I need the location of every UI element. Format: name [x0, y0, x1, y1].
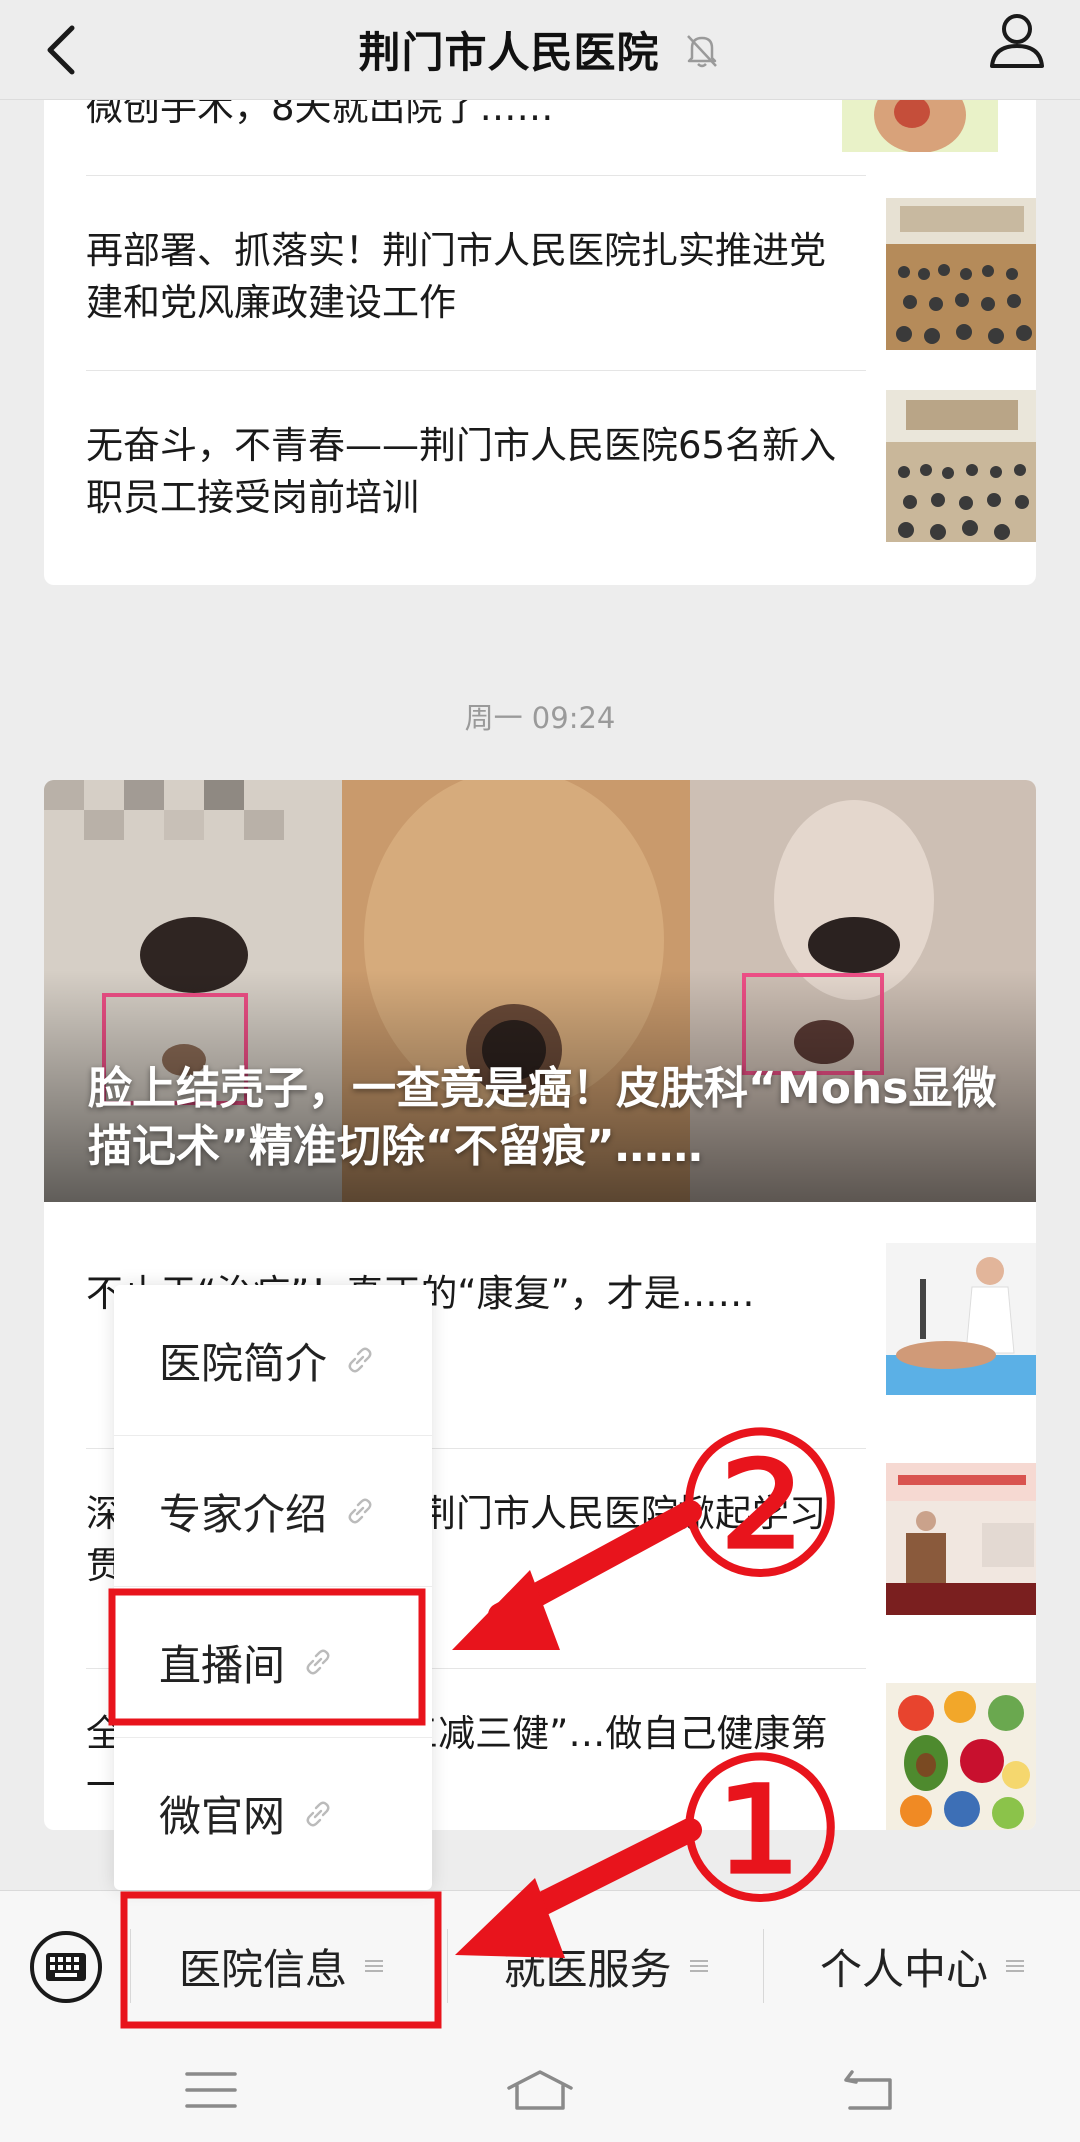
top-nav-bar: 荆门市人民医院	[0, 0, 1080, 100]
menu-item-label: 微官网	[159, 1792, 286, 1841]
link-icon	[306, 1649, 330, 1675]
divider	[86, 175, 866, 176]
link-icon	[348, 1347, 372, 1373]
title-wrap: 荆门市人民医院	[358, 19, 721, 80]
menu-label: 医院信息	[178, 1944, 347, 1994]
link-icon	[306, 1801, 330, 1826]
menu-item-live-room[interactable]: 直播间	[114, 1587, 432, 1738]
menu-medical-services[interactable]: 就医服务	[448, 1891, 763, 2041]
system-nav-bar	[0, 2040, 1080, 2142]
user-icon[interactable]	[986, 8, 1048, 70]
keyboard-icon[interactable]	[28, 1929, 104, 2005]
menu-item-label: 专家介绍	[159, 1489, 328, 1539]
recent-apps-icon[interactable]	[185, 2068, 237, 2112]
menu-label: 就医服务	[503, 1944, 672, 1994]
menu-personal-center[interactable]: 个人中心	[764, 1891, 1080, 2041]
article-title[interactable]: 无奋斗，不青春——荆门市人民医院65名新入职员工接受岗前培训	[86, 420, 846, 524]
article-title[interactable]: 再部署、抓落实！荆门市人民医院扎实推进党建和党风廉政建设工作	[86, 225, 846, 329]
cover-article-title[interactable]: 脸上结壳子，一查竟是癌！皮肤科“Mohs显微描记术”精准切除“不留痕”……	[88, 1060, 1018, 1176]
menu-lines-icon	[365, 1960, 383, 1972]
menu-lines-icon	[689, 1960, 708, 1972]
article-thumbnail[interactable]	[886, 198, 1036, 350]
menu-item-label: 医院简介	[159, 1338, 328, 1388]
list-item[interactable]: 无奋斗，不青春——荆门市人民医院65名新入职员工接受岗前培训	[86, 390, 1036, 580]
list-item[interactable]: 再部署、抓落实！荆门市人民医院扎实推进党建和党风廉政建设工作	[86, 198, 1036, 385]
article-thumbnail[interactable]	[886, 390, 1036, 542]
link-icon	[348, 1498, 372, 1524]
page-title: 荆门市人民医院	[358, 28, 660, 77]
menu-item-micro-site[interactable]: 微官网	[114, 1738, 432, 1889]
divider	[86, 370, 866, 371]
menu-item-hospital-intro[interactable]: 医院简介	[114, 1285, 432, 1436]
article-card-1: 微创手术，8天就出院了…… 再部署、抓落实！荆门市人民医院扎实推进党建和党风廉政…	[44, 60, 1036, 585]
hospital-info-submenu: 医院简介 专家介绍 直播间 微官网	[114, 1285, 432, 1890]
bell-off-icon	[686, 34, 717, 67]
article-thumbnail[interactable]	[886, 1243, 1036, 1395]
message-timestamp: 周一 09:24	[464, 701, 616, 735]
article-thumbnail[interactable]	[886, 1683, 1036, 1830]
menu-label: 个人中心	[819, 1944, 988, 1994]
chevron-left-icon[interactable]	[38, 22, 86, 78]
home-icon[interactable]	[505, 2068, 575, 2114]
menu-lines-icon	[1006, 1960, 1024, 1972]
article-thumbnail[interactable]	[886, 1463, 1036, 1615]
menu-hospital-info[interactable]: 医院信息	[131, 1891, 431, 2041]
menu-item-label: 直播间	[159, 1640, 286, 1690]
bottom-menu-bar: 医院信息 就医服务 个人中心	[0, 1890, 1080, 2040]
back-nav-icon[interactable]	[842, 2068, 896, 2114]
menu-item-experts[interactable]: 专家介绍	[114, 1436, 432, 1587]
